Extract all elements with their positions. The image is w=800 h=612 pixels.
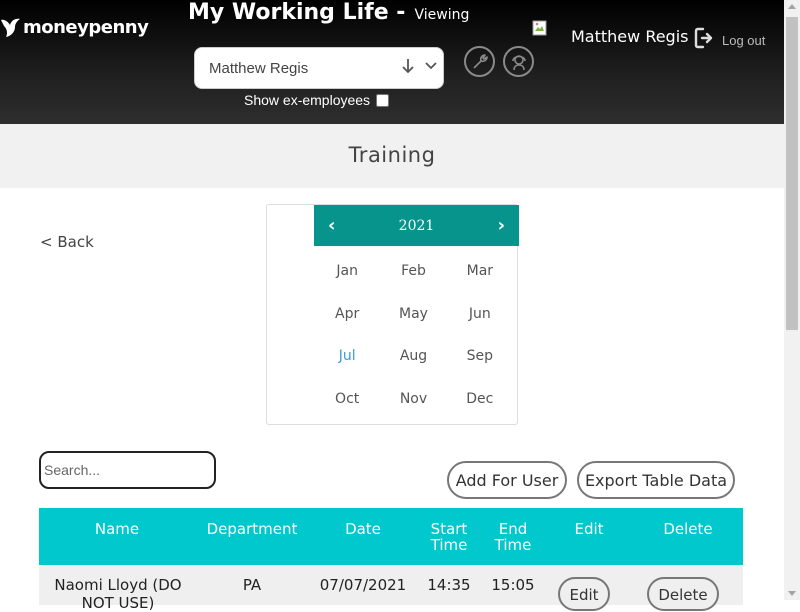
year-label[interactable]: 2021 <box>399 218 435 234</box>
month-nov[interactable]: Nov <box>380 378 446 421</box>
app-header: moneypenny My Working Life - Viewing Mat… <box>0 0 784 124</box>
column-header-edit: Edit <box>574 520 604 538</box>
column-header-department[interactable]: Department <box>202 521 302 537</box>
month-picker: ‹ 2021 › Jan Feb Mar Apr May Jun Jul Aug Sep Oct N… <box>266 204 519 425</box>
show-ex-employees-label: Show ex-employees <box>244 92 371 108</box>
show-ex-employees-checkbox[interactable] <box>376 93 390 107</box>
logout-button[interactable]: Log out <box>694 26 765 50</box>
scroll-thumb[interactable] <box>786 17 798 330</box>
support-icon[interactable] <box>503 46 534 77</box>
month-oct[interactable]: Oct <box>314 378 380 421</box>
column-header-start-time[interactable]: Start Time <box>425 521 473 553</box>
month-feb[interactable]: Feb <box>380 250 446 293</box>
month-jun[interactable]: Jun <box>447 293 513 336</box>
app-title: My Working Life - Viewing <box>188 0 469 25</box>
scroll-up-arrow[interactable] <box>788 4 796 9</box>
column-header-delete: Delete <box>663 520 713 538</box>
logout-icon <box>694 27 713 49</box>
cell-start-time: 14:35 <box>427 576 471 594</box>
month-picker-header: ‹ 2021 › <box>314 205 519 246</box>
search-input[interactable] <box>39 451 216 489</box>
arrow-down-icon <box>402 59 414 74</box>
month-grid: Jan Feb Mar Apr May Jun Jul Aug Sep Oct Nov Dec <box>314 250 513 420</box>
column-header-name[interactable]: Name <box>77 521 157 537</box>
table-header: Name Department Date Start Time End Time… <box>39 508 743 565</box>
month-jul[interactable]: Jul <box>314 335 380 378</box>
chevron-down-icon <box>425 62 437 70</box>
previous-year-button[interactable]: ‹ <box>328 215 335 236</box>
month-may[interactable]: May <box>380 293 446 336</box>
next-year-button[interactable]: › <box>498 215 505 236</box>
month-dec[interactable]: Dec <box>447 378 513 421</box>
broken-image-icon <box>532 20 547 36</box>
app-title-sub: Viewing <box>414 7 470 23</box>
add-for-user-button[interactable]: Add For User <box>447 461 567 499</box>
bird-logo-icon <box>1 18 20 37</box>
cell-department: PA <box>242 576 262 594</box>
logout-label: Log out <box>722 32 766 48</box>
cell-name: Naomi Lloyd (DO NOT USE) <box>54 576 182 612</box>
user-select-value: Matthew Regis <box>209 59 309 77</box>
column-header-end-time[interactable]: End Time <box>489 521 537 553</box>
show-ex-employees: Show ex-employees <box>244 92 390 108</box>
table-row: Naomi Lloyd (DO NOT USE) PA 07/07/2021 1… <box>39 565 743 612</box>
scroll-down-arrow[interactable] <box>788 591 796 596</box>
column-header-date[interactable]: Date <box>329 521 397 537</box>
month-apr[interactable]: Apr <box>314 293 380 336</box>
back-link[interactable]: < Back <box>40 233 94 251</box>
wrench-icon[interactable] <box>464 46 495 77</box>
month-sep[interactable]: Sep <box>447 335 513 378</box>
logo-text: moneypenny <box>23 16 149 38</box>
app-title-main: My Working Life - <box>188 0 406 25</box>
export-table-data-button[interactable]: Export Table Data <box>577 461 735 499</box>
month-mar[interactable]: Mar <box>447 250 513 293</box>
moneypenny-logo[interactable]: moneypenny <box>0 16 149 38</box>
page-title: Training <box>348 143 436 167</box>
cell-end-time: 15:05 <box>491 576 535 594</box>
delete-button[interactable]: Delete <box>647 577 719 611</box>
month-aug[interactable]: Aug <box>380 335 446 378</box>
current-user-name: Matthew Regis <box>571 27 689 46</box>
cell-date: 07/07/2021 <box>319 576 407 594</box>
user-select[interactable]: Matthew Regis <box>194 47 444 89</box>
page-scrollbar[interactable] <box>784 0 800 600</box>
edit-button[interactable]: Edit <box>558 577 610 611</box>
month-jan[interactable]: Jan <box>314 250 380 293</box>
